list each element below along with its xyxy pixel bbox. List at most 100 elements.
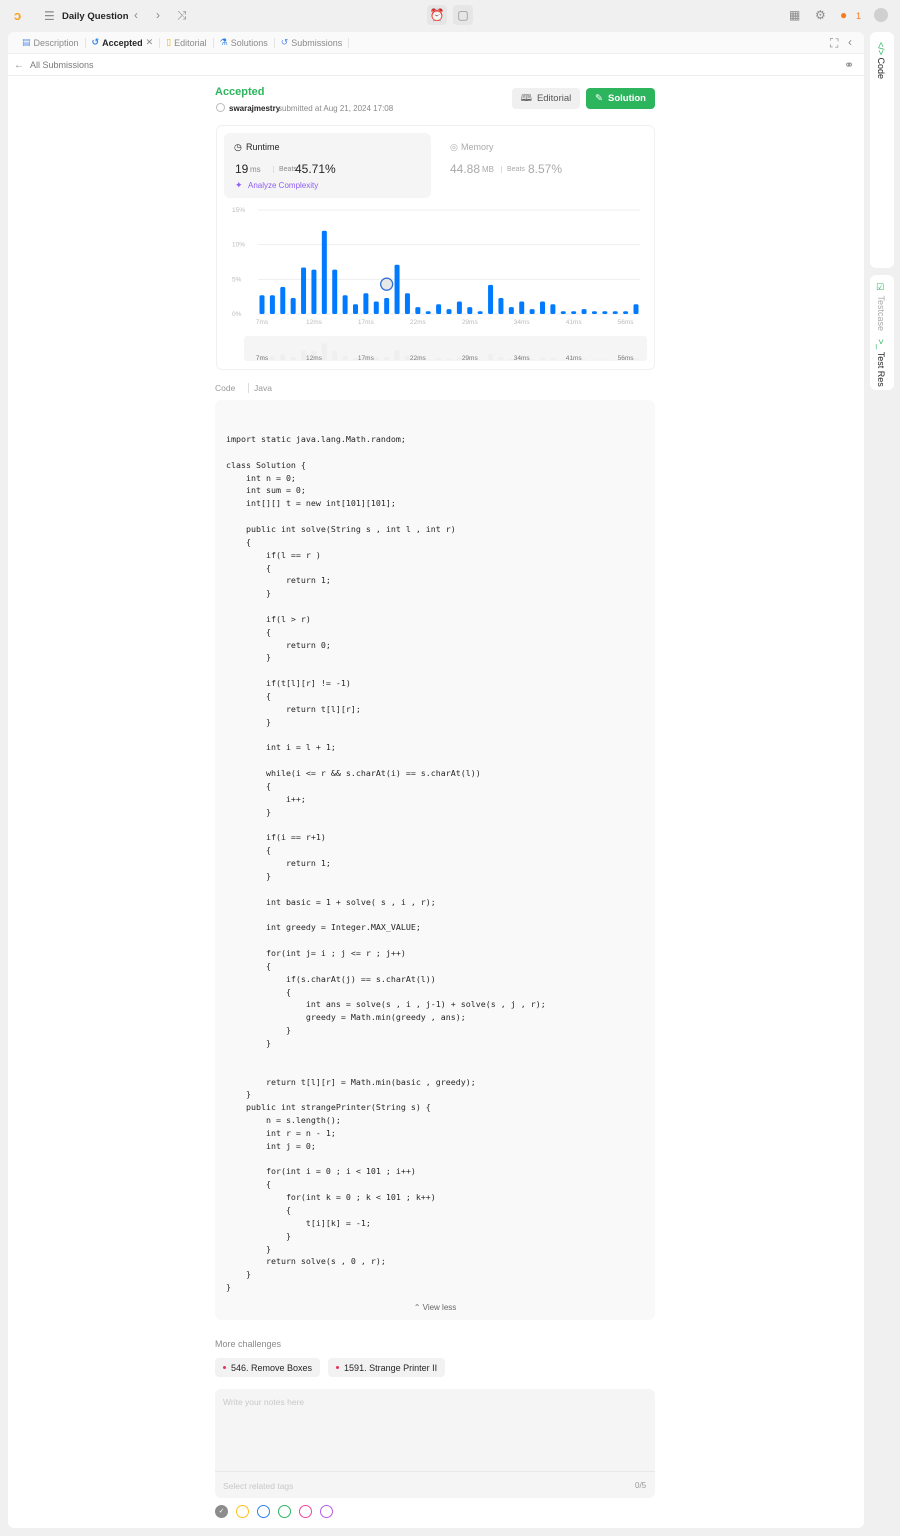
color-tag-option[interactable] [278,1505,291,1518]
code-side-tab[interactable]: </> Code [870,32,894,268]
bar[interactable] [415,307,421,314]
tags-select[interactable]: Select related tags [223,1481,293,1491]
bar[interactable] [259,295,265,314]
analyze-complexity-link[interactable]: Analyze Complexity [248,181,318,190]
bar[interactable] [363,293,369,314]
tab-description[interactable]: ▤ Description [16,37,86,48]
bar[interactable] [353,304,358,314]
bar[interactable] [311,269,317,314]
hard-dot-icon [336,1366,340,1369]
runtime-distribution-chart[interactable]: 0% 5% 10% 15% 7ms 7ms 12ms 12ms 17ms 17ms 22ms 22ms… [216,200,655,368]
bar[interactable] [623,311,629,314]
bar[interactable] [373,301,379,314]
bar[interactable] [384,298,390,314]
view-less-button[interactable]: ⌃ View less [215,1303,655,1312]
memory-box[interactable]: ◎ Memory 44.88 MB Beats 8.57% [440,133,647,198]
bar[interactable] [540,301,545,314]
bar[interactable] [633,304,639,314]
close-icon[interactable]: ✕ [146,37,154,48]
bar[interactable] [602,311,608,314]
x-tick-label: 29ms [462,319,479,326]
code-line: public int strangePrinter(String s) { [226,1102,431,1113]
tab-accepted[interactable]: ↺ Accepted ✕ [86,37,161,48]
link-icon[interactable]: ⚭ [844,58,854,72]
code-line: { [226,960,271,971]
bar[interactable] [591,311,597,314]
color-tag-option[interactable] [299,1505,312,1518]
notes-box: Write your notes here Select related tag… [215,1389,655,1498]
testcase-tab[interactable]: ☑ Testcase [876,283,886,331]
bar[interactable] [508,307,514,314]
bar[interactable] [301,267,307,314]
prev-question-icon[interactable]: ‹ [134,8,138,22]
bar[interactable] [269,295,275,314]
memory-label: Memory [461,142,494,152]
alarm-icon[interactable]: ⏰ [427,5,447,25]
bar[interactable] [498,298,504,314]
bar[interactable] [550,304,556,314]
color-tag-option[interactable]: ✓ [215,1505,228,1518]
checkbox-icon: ☑ [876,283,886,293]
y-tick-label: 10% [232,242,245,249]
next-question-icon[interactable]: › [156,8,160,22]
bar[interactable] [290,298,296,314]
y-tick-label: 5% [232,276,242,283]
range-slider[interactable] [244,336,647,361]
all-submissions-link[interactable]: All Submissions [30,60,94,70]
bar[interactable] [446,309,452,314]
shuffle-icon[interactable]: ⤨ [177,8,187,23]
bar[interactable] [425,311,431,314]
bar[interactable] [581,309,587,314]
x-tick-label: 41ms [566,319,583,326]
bar[interactable] [436,304,442,314]
bar[interactable] [332,269,338,314]
notes-input[interactable]: Write your notes here [223,1397,647,1467]
runtime-box[interactable]: ◷ Runtime 19 ms Beats 45.71% ✦ Analyze C… [224,133,431,198]
bar[interactable] [488,284,494,314]
tab-submissions[interactable]: ↺ Submissions [275,37,350,48]
daily-question-title[interactable]: Daily Question [62,11,129,22]
collapse-icon[interactable]: ‹ [848,35,852,49]
color-tag-option[interactable] [320,1505,333,1518]
note-icon[interactable]: ▢ [453,5,473,25]
challenge-strange-printer-ii[interactable]: 1591. Strange Printer II [328,1358,446,1377]
fullscreen-icon[interactable]: ⛶ [830,36,838,51]
test-result-tab[interactable]: >_ Test Res [876,339,886,387]
bar[interactable] [404,293,410,314]
editorial-button[interactable]: 🕮 Editorial [512,88,580,109]
color-tag-option[interactable] [236,1505,249,1518]
color-tag-option[interactable] [257,1505,270,1518]
settings-icon[interactable]: ⚙ [815,8,826,22]
arrow-left-icon[interactable]: ← [14,60,24,71]
code-line: import static java.lang.Math.random; [226,434,406,444]
layout-icon[interactable]: ▦ [789,8,800,22]
tab-solutions[interactable]: ⚗ Solutions [214,37,275,48]
bar[interactable] [467,307,473,314]
code-block[interactable]: ⌃ View less import static java.lang.Math… [215,400,655,1320]
minimap-tick-label: 34ms [514,355,531,362]
editorial-label: Editorial [536,93,572,104]
leetcode-logo-icon[interactable]: ↄ [14,8,21,23]
bar[interactable] [342,295,348,314]
bar[interactable] [612,311,618,314]
bar[interactable] [519,301,525,314]
tab-editorial[interactable]: ▯ Editorial [160,37,214,48]
bar[interactable] [321,230,327,314]
username[interactable]: swarajmestry [229,104,280,113]
code-line: { [226,562,271,573]
back-row: ← All Submissions ⚭ [8,55,864,76]
solution-button[interactable]: ✎ Solution [586,88,655,109]
avatar[interactable] [874,8,888,22]
list-icon[interactable]: ☰ [44,9,55,23]
challenge-remove-boxes[interactable]: 546. Remove Boxes [215,1358,321,1377]
bar[interactable] [280,286,286,314]
bar[interactable] [477,311,483,314]
bar[interactable] [456,301,462,314]
bar[interactable] [529,309,535,314]
bar[interactable] [571,311,577,314]
code-line: { [226,845,271,856]
minimap-tick-label: 29ms [462,355,479,362]
bar[interactable] [394,264,400,314]
bar[interactable] [560,311,566,314]
fire-icon[interactable]: ● [840,8,847,22]
